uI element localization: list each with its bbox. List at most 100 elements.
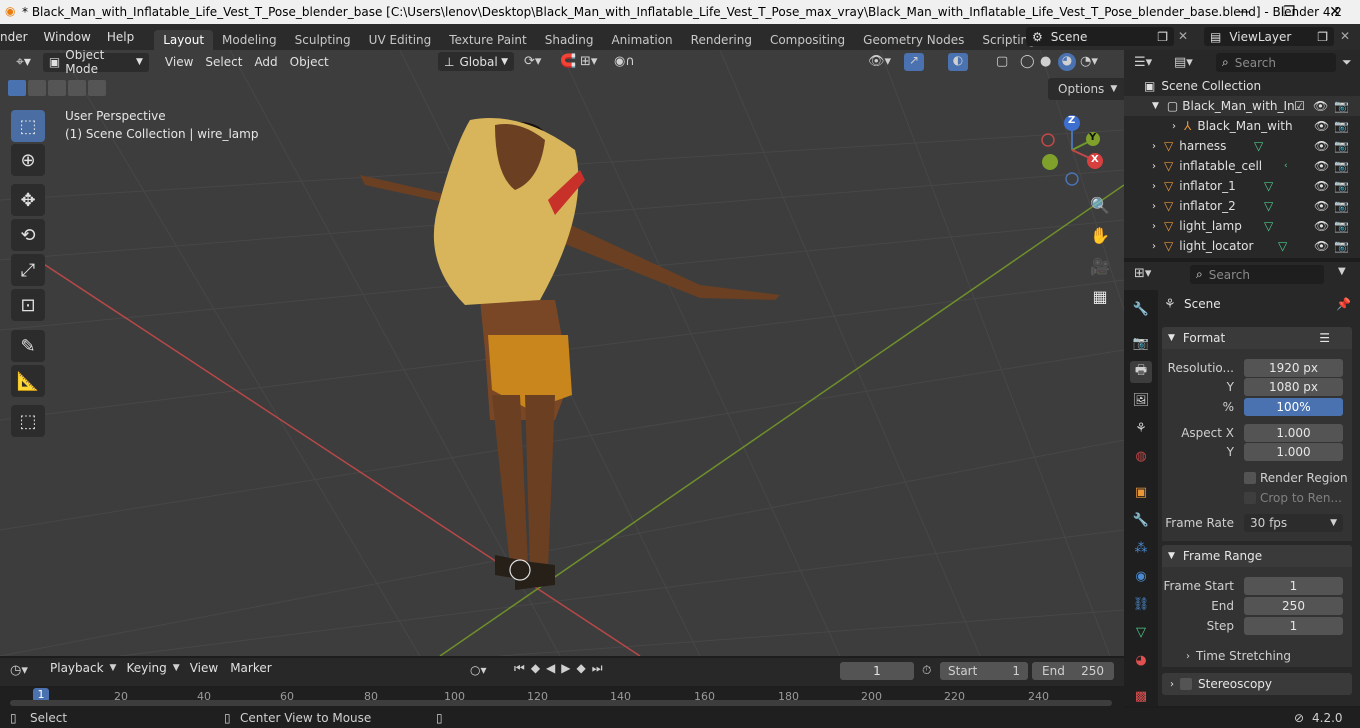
menu-add[interactable]: Add	[248, 55, 283, 69]
select-invert-icon[interactable]	[68, 80, 86, 96]
camera-render-icon[interactable]: 📷	[1334, 179, 1349, 193]
eye-icon[interactable]: 👁	[1314, 139, 1329, 153]
frame-range-panel-header[interactable]: ▼ Frame Range	[1162, 545, 1352, 567]
stereoscopy-checkbox[interactable]	[1180, 678, 1192, 690]
move-tool[interactable]: ✥	[11, 184, 45, 216]
chevron-right-icon[interactable]: ›	[1152, 241, 1156, 252]
rendered-shading-icon[interactable]: ◔▾	[1080, 54, 1098, 69]
data-tab-icon[interactable]: ▽	[1130, 621, 1152, 643]
frame-rate-dropdown[interactable]: 30 fps ▼	[1244, 514, 1343, 532]
pin-icon[interactable]: 📌	[1336, 297, 1351, 311]
crop-checkbox[interactable]	[1244, 492, 1256, 504]
menu-playback[interactable]: Playback	[44, 661, 110, 675]
menu-timeline-view[interactable]: View	[184, 661, 224, 675]
particles-tab-icon[interactable]: ⁂	[1130, 537, 1152, 559]
filter-icon[interactable]: ⏷	[1342, 55, 1352, 70]
tool-tab-icon[interactable]: 🔧	[1130, 298, 1152, 320]
chevron-right-icon[interactable]: ›	[1152, 221, 1156, 232]
camera-render-icon[interactable]: 📷	[1334, 239, 1349, 253]
scene-selector[interactable]: ⚙ Scene ❐	[1026, 27, 1174, 46]
minimize-button[interactable]: —	[1220, 0, 1266, 24]
camera-render-icon[interactable]: 📷	[1334, 219, 1349, 233]
zoom-icon[interactable]: 🔍	[1086, 191, 1114, 219]
modifier-tab-icon[interactable]: 🔧	[1130, 509, 1152, 531]
pan-hand-icon[interactable]: ✋	[1086, 221, 1114, 249]
play-icon[interactable]: ▶	[561, 661, 570, 676]
tab-modeling[interactable]: Modeling	[213, 30, 286, 50]
snap-icon[interactable]: 🧲	[560, 54, 576, 69]
properties-editor-icon[interactable]: ⊞▾	[1134, 266, 1151, 281]
jump-start-icon[interactable]: ⏮	[514, 661, 525, 676]
select-extend-icon[interactable]	[28, 80, 46, 96]
timeline-editor-icon[interactable]: ◷▾	[10, 663, 28, 678]
prev-keyframe-icon[interactable]: ◆	[531, 661, 540, 676]
copy-icon[interactable]: ❐	[1157, 30, 1168, 44]
eye-icon[interactable]: 👁	[1314, 219, 1329, 233]
outliner-row[interactable]: › ▽ harness ▽ 👁 📷	[1124, 136, 1360, 156]
timeline-scrollbar[interactable]	[10, 700, 1112, 706]
annotate-tool[interactable]: ✎	[11, 330, 45, 362]
cursor-tool[interactable]: ⊕	[11, 144, 45, 176]
close-scene-icon[interactable]: ✕	[1178, 29, 1188, 43]
copy-layer-icon[interactable]: ❐	[1317, 30, 1328, 44]
tab-geometry-nodes[interactable]: Geometry Nodes	[854, 30, 973, 50]
auto-keying-icon[interactable]: ○▾	[470, 663, 487, 677]
tab-sculpting[interactable]: Sculpting	[286, 30, 360, 50]
aspect-x-field[interactable]: 1.000	[1244, 424, 1343, 442]
stereoscopy-panel-header[interactable]: › Stereoscopy	[1162, 673, 1352, 695]
frame-start-field[interactable]: 1	[1244, 577, 1343, 595]
tab-texture-paint[interactable]: Texture Paint	[440, 30, 535, 50]
editor-type-icon[interactable]: ⌖▾	[10, 54, 37, 70]
outliner-scene-collection[interactable]: ▣ Scene Collection	[1124, 76, 1360, 96]
wireframe-shading-icon[interactable]: ◯	[1020, 54, 1035, 69]
camera-render-icon[interactable]: 📷	[1334, 159, 1349, 173]
rotate-tool[interactable]: ⟲	[11, 219, 45, 251]
tab-animation[interactable]: Animation	[602, 30, 681, 50]
outliner-editor-icon[interactable]: ☰▾	[1134, 55, 1152, 70]
next-keyframe-icon[interactable]: ◆	[577, 661, 586, 676]
timeline-end-field[interactable]: End 250	[1032, 662, 1114, 680]
material-tab-icon[interactable]: ◕	[1130, 649, 1152, 671]
overlay-toggle-icon[interactable]: ◐	[948, 53, 968, 71]
menu-select[interactable]: Select	[199, 55, 248, 69]
render-region-checkbox[interactable]	[1244, 472, 1256, 484]
eye-icon[interactable]: 👁	[1314, 159, 1329, 173]
resolution-x-field[interactable]: 1920 px	[1244, 359, 1343, 377]
tab-compositing[interactable]: Compositing	[761, 30, 854, 50]
camera-render-icon[interactable]: 📷	[1334, 119, 1349, 133]
view-layer-selector[interactable]: ▤ ViewLayer ❐	[1204, 27, 1334, 46]
frame-end-field[interactable]: 250	[1244, 597, 1343, 615]
chevron-right-icon[interactable]: ›	[1152, 161, 1156, 172]
solid-shading-icon[interactable]: ●	[1040, 54, 1051, 69]
character-model[interactable]	[360, 118, 780, 590]
select-subtract-icon[interactable]	[48, 80, 66, 96]
display-mode-icon[interactable]: ▤▾	[1174, 55, 1193, 70]
outliner-row[interactable]: ▼ ▢ Black_Man_with_In ☑ 👁 📷	[1124, 96, 1360, 116]
view-layer-tab-icon[interactable]: 🖼	[1130, 389, 1152, 411]
maximize-button[interactable]: ❐	[1266, 0, 1312, 24]
timer-icon[interactable]: ⏱	[922, 663, 931, 678]
snap-target-icon[interactable]: ⊞▾	[580, 54, 597, 69]
select-intersect-icon[interactable]	[88, 80, 106, 96]
render-tab-icon[interactable]: 📷	[1130, 332, 1152, 354]
camera-render-icon[interactable]: 📷	[1334, 139, 1349, 153]
jump-end-icon[interactable]: ⏭	[592, 661, 603, 676]
play-reverse-icon[interactable]: ◀	[546, 661, 555, 676]
outliner-row[interactable]: › ▽ inflatable_cell ‹ 👁 📷	[1124, 156, 1360, 176]
outliner-row[interactable]: › ⅄ Black_Man_with 👁 📷	[1124, 116, 1360, 136]
close-button[interactable]: ✕	[1312, 0, 1358, 24]
outliner-search[interactable]: ⌕ Search	[1216, 53, 1336, 72]
world-tab-icon[interactable]: ◍	[1130, 445, 1152, 467]
pivot-icon[interactable]: ⟳▾	[524, 54, 541, 69]
chevron-right-icon[interactable]: ›	[1152, 141, 1156, 152]
time-stretching-subpanel[interactable]: › Time Stretching	[1186, 649, 1291, 663]
resolution-percent-slider[interactable]: 100%	[1244, 398, 1343, 416]
constraints-tab-icon[interactable]: ⛓	[1130, 593, 1152, 615]
proportional-edit-icon[interactable]: ◉∩	[614, 54, 635, 69]
chevron-right-icon[interactable]: ›	[1172, 121, 1176, 132]
add-cube-tool[interactable]: ⬚	[11, 405, 45, 437]
camera-icon[interactable]: 🎥	[1086, 252, 1114, 280]
eye-icon[interactable]: 👁	[1314, 199, 1329, 213]
chevron-down-icon[interactable]: ▼	[1152, 101, 1159, 111]
texture-tab-icon[interactable]: ▩	[1130, 685, 1152, 707]
